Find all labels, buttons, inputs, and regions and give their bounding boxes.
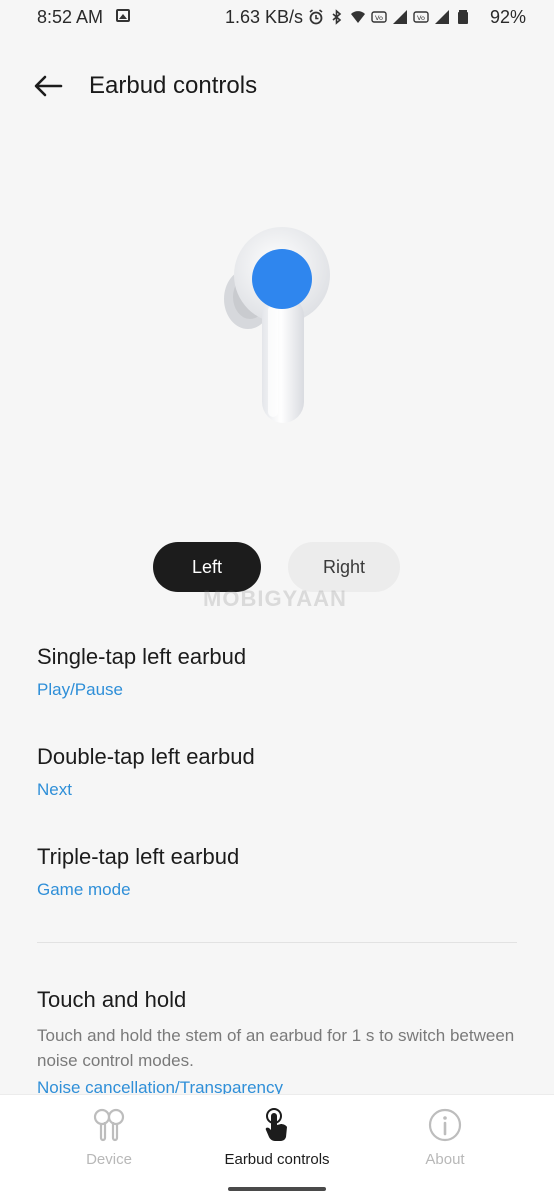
page-title: Earbud controls bbox=[89, 72, 258, 99]
back-arrow-icon bbox=[34, 75, 63, 97]
app-header: Earbud controls bbox=[0, 58, 554, 114]
signal-icon bbox=[435, 10, 449, 24]
setting-title: Double-tap left earbud bbox=[37, 744, 255, 769]
setting-triple-tap[interactable]: Triple-tap left earbud Game mode bbox=[37, 844, 517, 900]
svg-text:Vo: Vo bbox=[417, 14, 425, 22]
battery-icon bbox=[458, 10, 468, 24]
touch-gesture-icon bbox=[259, 1107, 295, 1143]
bottom-navigation: Device Earbud controls About bbox=[0, 1094, 554, 1200]
divider bbox=[37, 942, 517, 943]
nav-label: Earbud controls bbox=[224, 1151, 330, 1168]
nav-earbud-controls[interactable]: Earbud controls bbox=[212, 1107, 342, 1171]
status-time: 8:52 AM bbox=[37, 7, 104, 27]
alarm-icon bbox=[309, 9, 323, 25]
wifi-icon bbox=[351, 11, 365, 23]
back-button[interactable] bbox=[30, 70, 66, 102]
setting-touch-and-hold[interactable]: Touch and hold Touch and hold the stem o… bbox=[37, 987, 517, 1073]
nav-device[interactable]: Device bbox=[44, 1107, 174, 1171]
svg-text:Vo: Vo bbox=[375, 14, 383, 22]
setting-double-tap[interactable]: Double-tap left earbud Next bbox=[37, 744, 517, 800]
earbuds-icon bbox=[91, 1107, 127, 1143]
volte-icon: Vo bbox=[413, 11, 429, 23]
setting-value: Next bbox=[37, 780, 72, 799]
setting-title: Single-tap left earbud bbox=[37, 644, 247, 669]
battery-percentage: 92% bbox=[489, 7, 526, 27]
network-speed: 1.63 KB/s bbox=[225, 7, 304, 27]
setting-title: Touch and hold bbox=[37, 987, 187, 1012]
setting-value: Play/Pause bbox=[37, 680, 123, 699]
status-bar: 8:52 AM 1.63 KB/s Vo Vo 92% bbox=[0, 0, 554, 34]
tab-left[interactable]: Left bbox=[153, 542, 261, 592]
nav-about[interactable]: About bbox=[380, 1107, 510, 1171]
setting-single-tap[interactable]: Single-tap left earbud Play/Pause bbox=[37, 644, 517, 700]
volte-icon: Vo bbox=[371, 11, 387, 23]
signal-icon bbox=[393, 10, 407, 24]
bluetooth-icon bbox=[332, 9, 342, 25]
info-icon bbox=[427, 1107, 463, 1143]
setting-value: Game mode bbox=[37, 880, 131, 899]
earbud-touch-indicator bbox=[252, 249, 312, 309]
home-indicator[interactable] bbox=[228, 1187, 326, 1191]
setting-title: Triple-tap left earbud bbox=[37, 844, 240, 869]
nav-label: About bbox=[425, 1151, 465, 1168]
earbud-illustration bbox=[210, 225, 350, 430]
nav-label: Device bbox=[86, 1151, 132, 1168]
status-icons: Vo Vo bbox=[308, 6, 471, 28]
tab-right[interactable]: Right bbox=[288, 542, 400, 592]
setting-description: Touch and hold the stem of an earbud for… bbox=[37, 1026, 515, 1070]
earbud-controls-screen: 8:52 AM 1.63 KB/s Vo Vo 92% Earbud contr… bbox=[0, 0, 554, 1200]
gallery-icon bbox=[116, 9, 130, 22]
watermark: MOBIGYAAN bbox=[203, 586, 347, 611]
